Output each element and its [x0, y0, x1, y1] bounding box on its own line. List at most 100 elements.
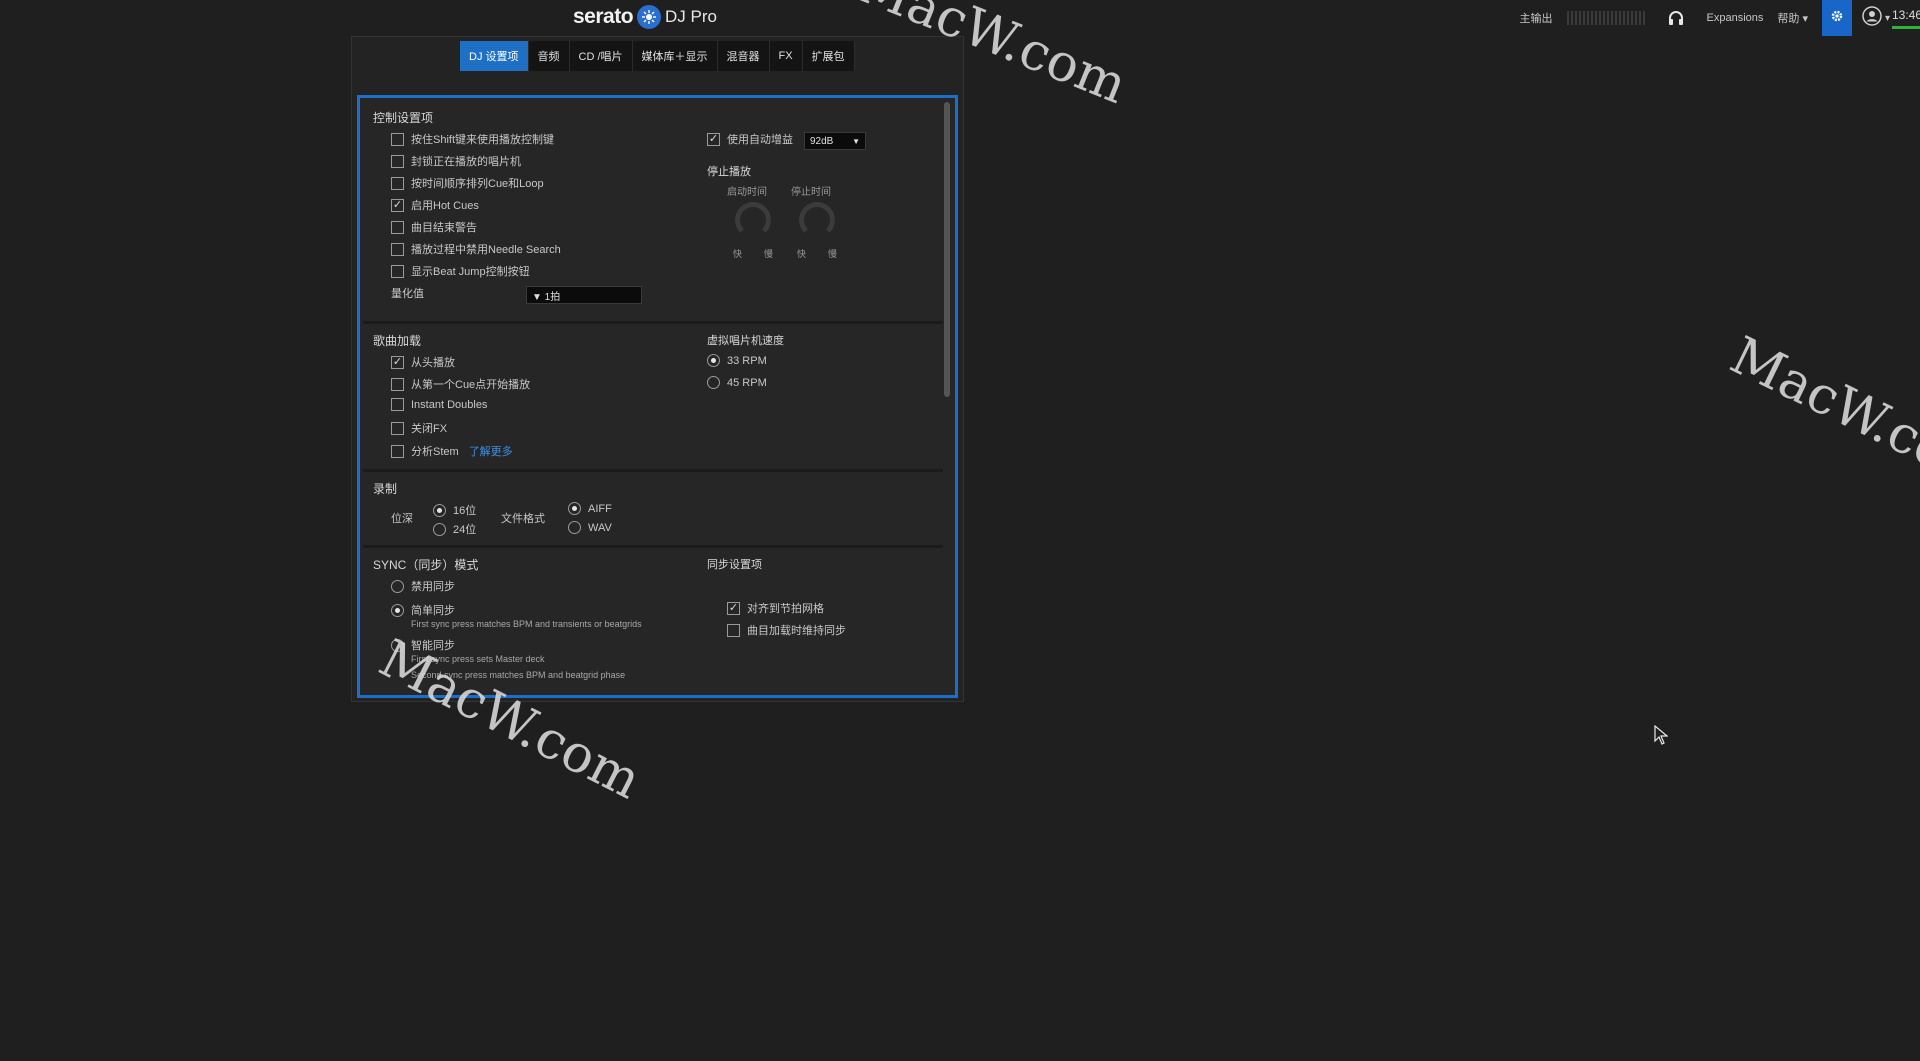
- start-time-label: 启动时间: [727, 187, 767, 198]
- settings-window: DJ 设置项 音频 CD /唱片 媒体库＋显示 混音器 FX 扩展包 控制设置项…: [351, 36, 964, 702]
- vinyl-speed-title: 虚拟唱片机速度: [707, 335, 784, 347]
- checkbox[interactable]: [391, 398, 404, 411]
- checkbox-sort-cues[interactable]: 按时间顺序排列Cue和Loop: [391, 175, 544, 191]
- radio-sync-off[interactable]: 禁用同步: [391, 578, 455, 594]
- checkbox[interactable]: [391, 444, 404, 458]
- radio[interactable]: [391, 579, 404, 593]
- start-time-knob[interactable]: [735, 202, 771, 238]
- option-label: 曲目结束警告: [411, 222, 477, 234]
- settings-content: 控制设置项 按住Shift键来使用播放控制键 封锁正在播放的唱片机 按时间顺序排…: [357, 95, 958, 698]
- option-label: 按住Shift键来使用播放控制键: [411, 134, 555, 146]
- checkbox[interactable]: [727, 623, 740, 637]
- brand-name: serato: [573, 5, 634, 28]
- headphones-icon[interactable]: [1667, 9, 1685, 27]
- tab-dj-preferences[interactable]: DJ 设置项: [460, 41, 529, 71]
- checkbox[interactable]: [391, 264, 404, 278]
- radio-16-bit[interactable]: 16位: [433, 502, 476, 518]
- option-label: 从第一个Cue点开始播放: [411, 379, 531, 391]
- option-label: Instant Doubles: [411, 398, 488, 411]
- auto-gain-value: 92dB: [810, 135, 834, 147]
- checkbox[interactable]: [391, 154, 404, 168]
- option-label: WAV: [588, 521, 612, 534]
- checkbox-track-end-warning[interactable]: 曲目结束警告: [391, 219, 477, 235]
- radio-selected[interactable]: [707, 354, 720, 367]
- option-label: 关闭FX: [411, 423, 448, 435]
- checkbox[interactable]: [391, 377, 404, 391]
- record-title: 录制: [373, 482, 398, 496]
- checkbox-play-from-start[interactable]: ✓ 从头播放: [391, 354, 455, 370]
- stop-time-knob[interactable]: [799, 202, 835, 238]
- radio-aiff[interactable]: AIFF: [568, 502, 612, 515]
- checkbox[interactable]: [391, 176, 404, 190]
- checkbox-snap-to-beatgrid[interactable]: ✓ 对齐到节拍网格: [727, 600, 824, 616]
- watermark: MacW.com: [1721, 325, 1920, 505]
- radio-selected[interactable]: [433, 503, 446, 517]
- account-menu[interactable]: ▾: [1862, 5, 1890, 31]
- checkbox-needle-search[interactable]: 播放过程中禁用Needle Search: [391, 241, 561, 257]
- checkbox-shift-play[interactable]: 按住Shift键来使用播放控制键: [391, 131, 554, 147]
- radio-selected[interactable]: [391, 603, 404, 617]
- sync-mode-title: SYNC（同步）模式: [373, 558, 479, 572]
- option-label: 24位: [453, 524, 477, 536]
- checkbox-keep-sync-on-load[interactable]: 曲目加载时维持同步: [727, 622, 846, 638]
- checkbox[interactable]: [391, 220, 404, 234]
- stop-play-title: 停止播放: [707, 166, 751, 178]
- checkbox[interactable]: [391, 421, 404, 435]
- option-label: 播放过程中禁用Needle Search: [411, 244, 561, 256]
- checkbox-instant-doubles[interactable]: Instant Doubles: [391, 398, 487, 411]
- option-label: 从头播放: [411, 357, 455, 369]
- option-label: 启用Hot Cues: [411, 200, 479, 212]
- radio-selected[interactable]: [568, 502, 581, 515]
- settings-button[interactable]: [1821, 0, 1852, 36]
- radio[interactable]: [707, 376, 720, 389]
- radio-45-rpm[interactable]: 45 RPM: [707, 376, 767, 389]
- checkbox-checked[interactable]: ✓: [727, 601, 740, 615]
- checkbox[interactable]: [391, 132, 404, 146]
- clock: 13:46: [1892, 8, 1920, 22]
- option-label: 对齐到节拍网格: [747, 603, 824, 615]
- auto-gain-select[interactable]: 92dB ▼: [804, 132, 866, 150]
- radio-24-bit[interactable]: 24位: [433, 521, 476, 537]
- checkbox-auto-gain[interactable]: ✓ 使用自动增益: [707, 131, 793, 147]
- stop-time-label: 停止时间: [791, 187, 831, 198]
- option-label: 显示Beat Jump控制按钮: [411, 266, 530, 278]
- top-right-controls: 主输出 Expansions 帮助 ▾ ▾ 13:46: [1520, 0, 1920, 36]
- master-level-meter: [1566, 11, 1645, 25]
- radio-simple-sync[interactable]: 简单同步: [391, 602, 455, 618]
- radio-wav[interactable]: WAV: [568, 521, 612, 534]
- master-out-label: 主输出: [1519, 13, 1553, 25]
- radio[interactable]: [568, 521, 581, 534]
- tab-cd-vinyl[interactable]: CD /唱片: [569, 41, 633, 71]
- checkbox-analyze-stem[interactable]: 分析Stem 了解更多: [391, 443, 513, 459]
- radio[interactable]: [433, 522, 446, 536]
- song-load-section: 歌曲加载 ✓ 从头播放 从第一个Cue点开始播放 Instant Doubles …: [363, 324, 943, 469]
- radio-33-rpm[interactable]: 33 RPM: [707, 354, 767, 367]
- tab-library-display[interactable]: 媒体库＋显示: [632, 41, 718, 71]
- help-menu[interactable]: 帮助 ▾: [1777, 10, 1808, 26]
- checkbox-checked[interactable]: ✓: [707, 132, 720, 146]
- checkbox[interactable]: [391, 242, 404, 256]
- checkbox-checked[interactable]: ✓: [391, 198, 404, 212]
- option-label: 按时间顺序排列Cue和Loop: [411, 178, 544, 190]
- learn-more-link[interactable]: 了解更多: [469, 443, 513, 459]
- quantize-select[interactable]: ▼ 1拍: [526, 286, 642, 304]
- control-section: 控制设置项 按住Shift键来使用播放控制键 封锁正在播放的唱片机 按时间顺序排…: [363, 101, 943, 321]
- checkbox-fx-off[interactable]: 关闭FX: [391, 420, 447, 436]
- tab-fx[interactable]: FX: [769, 41, 803, 71]
- scrollbar[interactable]: [944, 102, 950, 397]
- product-name: DJ Pro: [665, 7, 717, 26]
- song-load-title: 歌曲加载: [373, 334, 422, 348]
- checkbox-hot-cues[interactable]: ✓ 启用Hot Cues: [391, 197, 479, 213]
- stop-slow-label: 慢: [828, 249, 838, 259]
- tab-mixer[interactable]: 混音器: [717, 41, 770, 71]
- checkbox-lock-playing-deck[interactable]: 封锁正在播放的唱片机: [391, 153, 521, 169]
- record-section: 录制 位深 16位 24位 文件格式 AIFF WAV: [363, 472, 943, 545]
- expansions-button[interactable]: Expansions: [1707, 12, 1764, 24]
- checkbox-play-from-first-cue[interactable]: 从第一个Cue点开始播放: [391, 376, 530, 392]
- tab-audio[interactable]: 音频: [528, 41, 570, 71]
- checkbox-checked[interactable]: ✓: [391, 355, 404, 369]
- option-label: 简单同步: [411, 605, 455, 617]
- checkbox-beat-jump[interactable]: 显示Beat Jump控制按钮: [391, 263, 530, 279]
- option-label: 分析Stem: [411, 446, 459, 458]
- tab-expansions[interactable]: 扩展包: [802, 41, 855, 71]
